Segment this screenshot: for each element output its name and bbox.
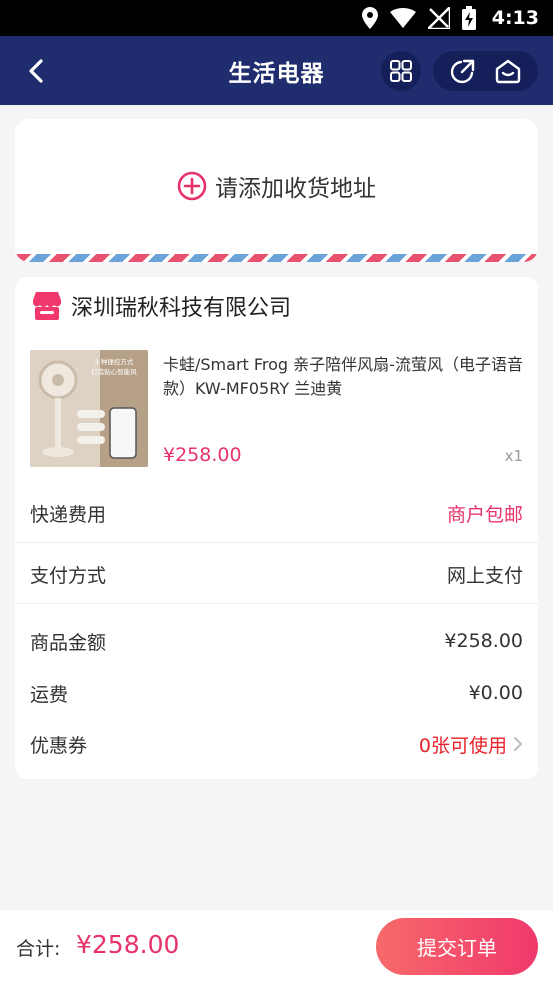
no-signal-icon <box>427 7 450 29</box>
status-time: 4:13 <box>491 7 539 29</box>
freight-label: 运费 <box>30 683 69 706</box>
wifi-icon <box>389 8 416 28</box>
order-card: 深圳瑞秋科技有限公司 3 种操控方式 打造贴心智能风 卡蛙/Smart Frog… <box>15 277 538 779</box>
app-header: 生活电器 <box>0 36 553 105</box>
product-quantity: x1 <box>504 447 523 465</box>
coupon-value-group[interactable]: 0张可使用 <box>419 731 523 758</box>
fan-product-image: 3 种操控方式 打造贴心智能风 <box>30 350 148 467</box>
goods-amount-row: 商品金额 ¥258.00 <box>15 611 538 671</box>
coupon-label: 优惠券 <box>30 734 88 757</box>
product-thumbnail[interactable]: 3 种操控方式 打造贴心智能风 <box>30 350 148 467</box>
plus-circle-icon <box>177 171 207 201</box>
shipping-label: 快递费用 <box>30 503 107 526</box>
checkout-bar: 合计: ¥258.00 提交订单 <box>0 909 553 982</box>
store-icon <box>33 292 61 320</box>
add-address-card[interactable]: 请添加收货地址 <box>15 119 538 262</box>
product-price: ¥258.00 <box>163 444 242 466</box>
shop-name: 深圳瑞秋科技有限公司 <box>71 296 292 321</box>
goods-amount-value: ¥258.00 <box>444 630 523 652</box>
submit-order-button[interactable]: 提交订单 <box>376 918 538 975</box>
total-value: ¥258.00 <box>76 930 180 959</box>
payment-method-value: 网上支付 <box>446 564 523 587</box>
chevron-right-icon <box>514 737 522 751</box>
add-address-row[interactable]: 请添加收货地址 <box>15 169 538 203</box>
payment-method-row[interactable]: 支付方式 网上支付 <box>15 544 538 604</box>
category-grid-button[interactable] <box>381 51 421 91</box>
location-icon <box>361 7 378 29</box>
grid-icon <box>390 60 412 82</box>
status-bar: 4:13 <box>0 0 553 36</box>
goods-amount-label: 商品金额 <box>30 631 107 654</box>
shipping-row: 快递费用 商户包邮 <box>15 483 538 543</box>
divider <box>15 603 538 604</box>
share-icon[interactable] <box>449 57 477 85</box>
shipping-value: 商户包邮 <box>446 503 523 526</box>
thumb-caption-1: 3 种操控方式 <box>95 357 134 366</box>
add-address-label: 请添加收货地址 <box>215 176 376 202</box>
freight-value: ¥0.00 <box>468 682 523 704</box>
divider <box>15 542 538 543</box>
home-icon[interactable] <box>494 57 522 85</box>
total-label: 合计: <box>16 938 61 960</box>
thumb-caption-2: 打造贴心智能风 <box>91 367 137 376</box>
coupon-value: 0张可使用 <box>418 734 507 757</box>
header-actions <box>433 51 538 91</box>
battery-charging-icon <box>461 6 476 30</box>
coupon-row[interactable]: 优惠券 0张可使用 <box>15 714 538 774</box>
payment-method-label: 支付方式 <box>30 564 107 587</box>
product-title[interactable]: 卡蛙/Smart Frog 亲子陪伴风扇-流萤风（电子语音款）KW-MF05RY… <box>163 353 525 401</box>
shop-row: 深圳瑞秋科技有限公司 <box>31 290 291 322</box>
airmail-stripe <box>15 254 538 262</box>
